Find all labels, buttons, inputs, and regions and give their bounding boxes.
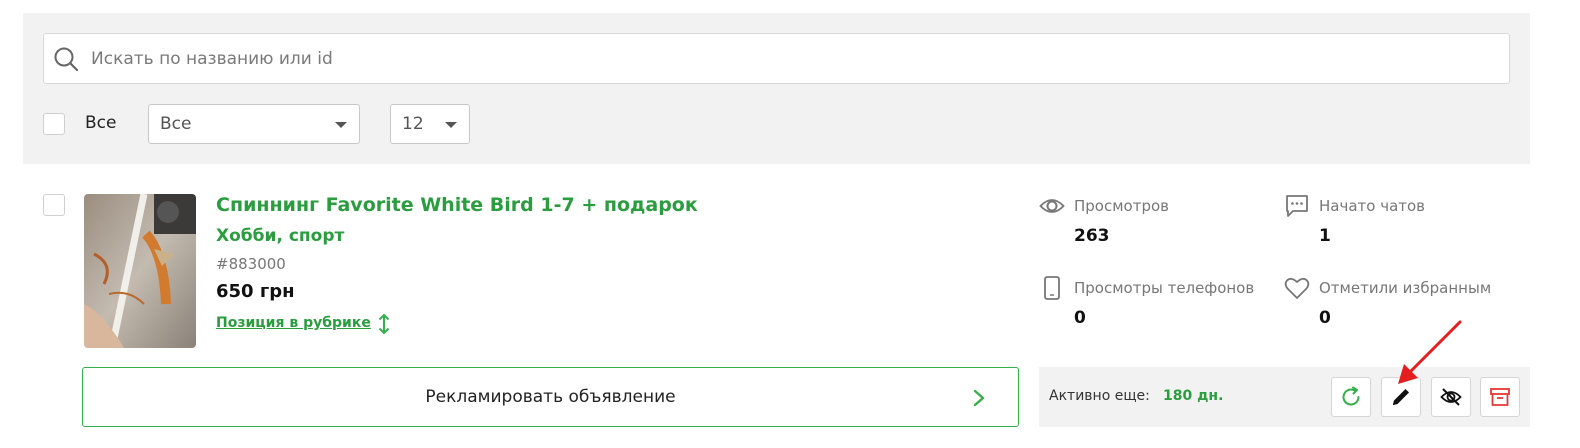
position-in-category-link[interactable]: Позиция в рубрике — [216, 315, 371, 331]
listing-id: #883000 — [216, 255, 286, 273]
chevron-down-icon — [335, 122, 347, 128]
status-select-value: Все — [160, 114, 192, 134]
promote-ad-button[interactable]: Рекламировать объявление — [82, 367, 1019, 427]
pencil-icon — [1393, 389, 1409, 405]
views-label: Просмотров — [1074, 197, 1169, 215]
phone-views-value: 0 — [1074, 308, 1086, 328]
eye-icon — [1039, 199, 1065, 213]
status-bar: Активно еще: 180 дн. — [1039, 367, 1530, 427]
search-box[interactable] — [43, 33, 1510, 84]
refresh-icon — [1342, 386, 1360, 406]
per-page-select-value: 12 — [402, 114, 424, 134]
listing-category[interactable]: Хобби, спорт — [216, 226, 344, 246]
select-all-checkbox[interactable] — [43, 113, 65, 135]
archive-button[interactable] — [1480, 377, 1520, 417]
select-all-label: Все — [85, 113, 117, 133]
eye-off-icon — [1440, 388, 1462, 406]
listing-title[interactable]: Спиннинг Favorite White Bird 1-7 + подар… — [216, 194, 698, 216]
chat-icon — [1286, 195, 1308, 217]
refresh-button[interactable] — [1331, 377, 1371, 417]
favorites-value: 0 — [1319, 308, 1331, 328]
promote-ad-label: Рекламировать объявление — [425, 387, 676, 407]
phone-icon — [1044, 276, 1060, 300]
listing-checkbox[interactable] — [43, 194, 65, 216]
chats-label: Начато чатов — [1319, 197, 1426, 215]
hide-button[interactable] — [1431, 377, 1471, 417]
search-input[interactable] — [91, 34, 1491, 83]
edit-button[interactable] — [1381, 377, 1421, 417]
chats-value: 1 — [1319, 226, 1331, 246]
search-icon — [54, 47, 79, 72]
archive-icon — [1490, 388, 1510, 406]
heart-icon — [1284, 277, 1310, 299]
favorites-label: Отметили избранным — [1319, 279, 1492, 297]
active-remaining-label: Активно еще: — [1049, 388, 1150, 404]
filter-panel: Все Все 12 — [23, 13, 1530, 164]
listing-photo[interactable] — [84, 194, 196, 348]
per-page-select[interactable]: 12 — [390, 104, 470, 144]
views-value: 263 — [1074, 226, 1110, 246]
up-down-arrow-icon[interactable] — [377, 313, 391, 335]
listing-price: 650 грн — [216, 281, 295, 302]
active-remaining-days: 180 дн. — [1163, 388, 1224, 404]
chevron-right-icon — [973, 389, 985, 407]
chevron-down-icon — [445, 122, 457, 128]
status-select[interactable]: Все — [148, 104, 360, 144]
phone-views-label: Просмотры телефонов — [1074, 279, 1255, 297]
